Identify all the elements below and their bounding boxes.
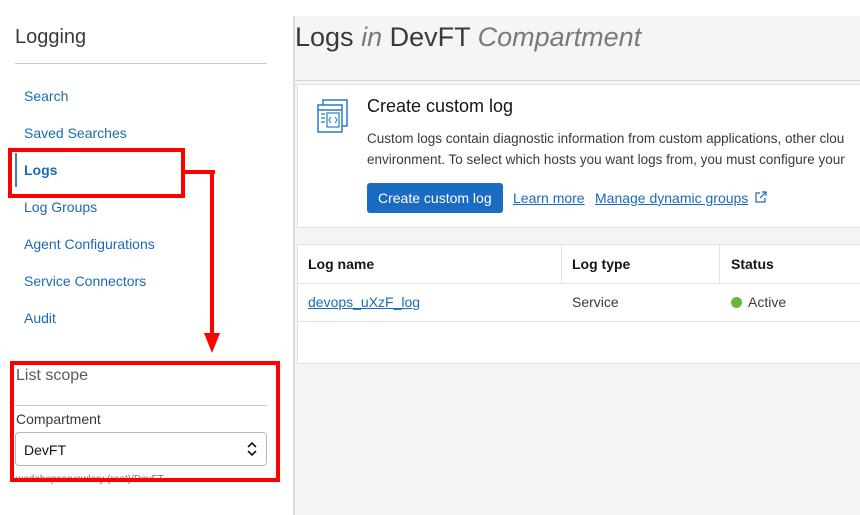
page-title-in: in xyxy=(361,22,383,52)
column-header-status[interactable]: Status xyxy=(731,245,774,283)
annotation-arrow-head-icon xyxy=(204,333,220,358)
card-title: Create custom log xyxy=(367,96,514,116)
create-custom-log-card: Create custom log Custom logs contain di… xyxy=(297,84,860,228)
custom-log-icon xyxy=(317,99,349,138)
page-title-logs: Logs xyxy=(295,22,354,52)
table-row-divider xyxy=(298,321,860,322)
log-name-link[interactable]: devops_uXzF_log xyxy=(308,283,420,321)
sidebar-item-agent-configurations[interactable]: Agent Configurations xyxy=(15,232,183,256)
sidebar-item-search[interactable]: Search xyxy=(15,84,183,108)
card-description: Custom logs contain diagnostic informati… xyxy=(367,128,845,170)
sidebar-item-log-groups[interactable]: Log Groups xyxy=(15,195,183,219)
column-separator xyxy=(561,245,562,283)
page-title-compartment: DevFT xyxy=(389,22,471,52)
sidebar-divider xyxy=(15,63,267,64)
create-custom-log-button[interactable]: Create custom log xyxy=(367,183,503,213)
manage-dynamic-groups-label: Manage dynamic groups xyxy=(595,190,749,206)
status-cell: Active xyxy=(731,283,786,321)
external-link-icon xyxy=(754,191,767,209)
status-active-icon xyxy=(731,297,742,308)
sidebar-item-service-connectors[interactable]: Service Connectors xyxy=(15,269,183,293)
page-title-suffix: Compartment xyxy=(477,22,642,52)
annotation-connector-vertical xyxy=(210,170,214,335)
main-content: Logs in DevFT Compartment Create custom … xyxy=(295,16,860,515)
learn-more-link[interactable]: Learn more xyxy=(513,190,585,206)
logs-table: Log name Log type Status devops_uXzF_log… xyxy=(297,244,860,364)
header-divider xyxy=(295,80,860,81)
status-label: Active xyxy=(748,294,787,310)
annotation-box-list-scope xyxy=(10,361,280,482)
sidebar-item-audit[interactable]: Audit xyxy=(15,306,183,330)
card-description-line-1: Custom logs contain diagnostic informati… xyxy=(367,131,845,146)
column-separator xyxy=(719,245,720,283)
sidebar-title: Logging xyxy=(15,26,87,48)
page-title: Logs in DevFT Compartment xyxy=(295,22,641,53)
log-type-cell: Service xyxy=(572,294,619,310)
sidebar-item-saved-searches[interactable]: Saved Searches xyxy=(15,121,183,145)
card-description-line-2: environment. To select which hosts you w… xyxy=(367,152,845,167)
manage-dynamic-groups-link[interactable]: Manage dynamic groups xyxy=(595,190,748,206)
annotation-box-logs xyxy=(8,148,185,198)
column-header-log-name[interactable]: Log name xyxy=(308,245,374,283)
column-header-log-type[interactable]: Log type xyxy=(572,245,630,283)
